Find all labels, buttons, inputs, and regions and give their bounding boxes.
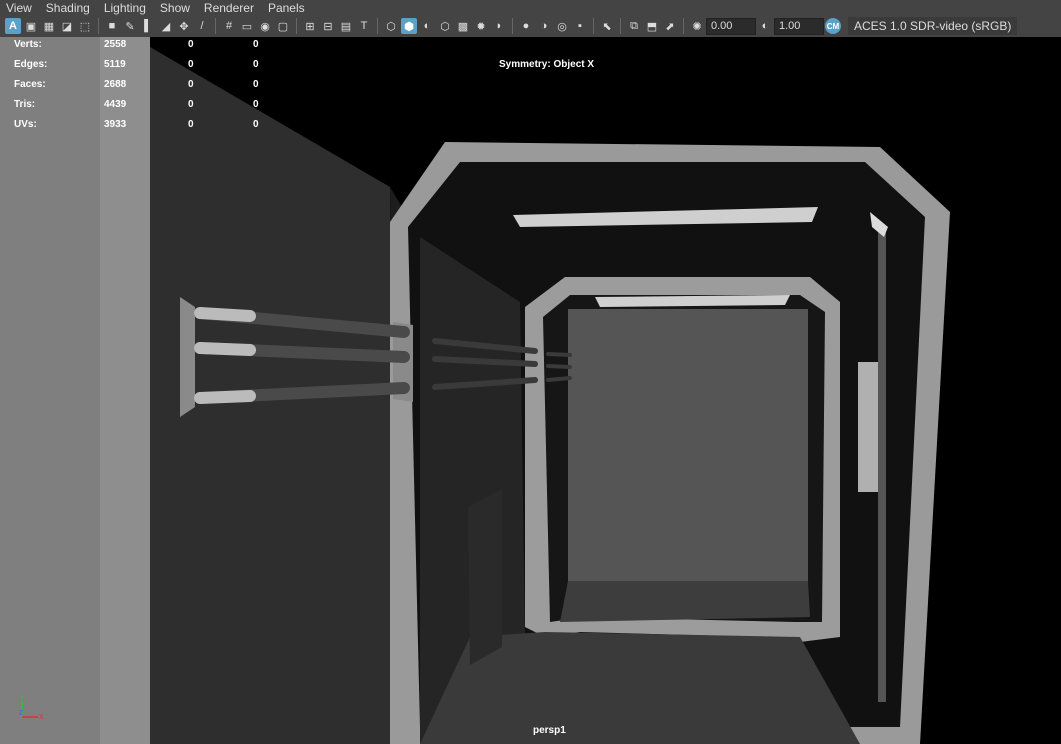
toolbar-separator xyxy=(620,18,621,34)
hud-value: 5119 xyxy=(104,59,126,70)
xray-icon[interactable]: ⬉ xyxy=(599,18,615,34)
menu-panels[interactable]: Panels xyxy=(262,1,313,15)
bookmarks-icon[interactable]: ▦ xyxy=(41,18,57,34)
gamma-icon[interactable]: ◐ xyxy=(757,18,773,34)
hud-value: 0 xyxy=(253,79,259,90)
toolbar-separator xyxy=(296,18,297,34)
hud-value: 0 xyxy=(188,59,194,70)
persp-viewport[interactable]: Verts: 2558 0 0 Edges: 5119 0 0 Faces: 2… xyxy=(0,37,1061,744)
depth-of-field-icon[interactable]: ◎ xyxy=(554,18,570,34)
hud-value: 3933 xyxy=(104,119,127,130)
xray-active-components-icon[interactable]: ⧉ xyxy=(626,18,642,34)
resolution-gate-icon[interactable]: ◉ xyxy=(257,18,273,34)
grease-pencil-icon[interactable]: ✎ xyxy=(122,18,138,34)
default-material-icon[interactable]: ◐ xyxy=(419,18,435,34)
exposure-toggle-icon[interactable]: ⬈ xyxy=(662,18,678,34)
toolbar-separator xyxy=(215,18,216,34)
axis-z-label: Z xyxy=(19,710,24,717)
hud-label: UVs: xyxy=(14,119,37,130)
2d-pan-icon[interactable]: ⬚ xyxy=(77,18,93,34)
hud-value: 0 xyxy=(253,119,259,130)
camera-icon[interactable]: ■ xyxy=(104,18,120,34)
anti-aliasing-icon[interactable]: ◑ xyxy=(536,18,552,34)
hud-value: 0 xyxy=(188,119,194,130)
xray-joints-icon[interactable]: ⬒ xyxy=(644,18,660,34)
image-plane-icon[interactable]: ◪ xyxy=(59,18,75,34)
menu-show[interactable]: Show xyxy=(154,1,198,15)
symmetry-label: Symmetry: Object X xyxy=(499,59,595,70)
toolbar-separator xyxy=(98,18,99,34)
gate-mask-icon[interactable]: ▢ xyxy=(275,18,291,34)
hud-value: 0 xyxy=(253,59,259,70)
pan-icon[interactable]: ✥ xyxy=(176,18,192,34)
film-gate-icon[interactable]: ▭ xyxy=(239,18,255,34)
axis-y-label: Y xyxy=(20,695,25,702)
ambient-occlusion-icon[interactable]: ◗ xyxy=(491,18,507,34)
menu-renderer[interactable]: Renderer xyxy=(198,1,262,15)
hud-value: 4439 xyxy=(104,99,127,110)
hud-value: 2688 xyxy=(104,79,127,90)
hud-value: 0 xyxy=(188,79,194,90)
field-chart-icon[interactable]: ⊞ xyxy=(302,18,318,34)
menu-view[interactable]: View xyxy=(0,1,40,15)
color-management-icon[interactable]: CM xyxy=(825,18,841,34)
color-space-label[interactable]: ACES 1.0 SDR-video (sRGB) xyxy=(848,17,1018,35)
hud-label: Faces: xyxy=(14,79,46,90)
gamma-input[interactable]: 1.00 xyxy=(774,17,824,35)
hud-value: 0 xyxy=(253,39,259,50)
toolbar-separator xyxy=(593,18,594,34)
hud-value: 2558 xyxy=(104,39,127,50)
text-icon[interactable]: T xyxy=(356,18,372,34)
use-all-lights-icon[interactable]: ▩ xyxy=(455,18,471,34)
menu-shading[interactable]: Shading xyxy=(40,1,98,15)
wireframe-icon[interactable]: ⬡ xyxy=(383,18,399,34)
toolbar-separator xyxy=(683,18,684,34)
bookmark-icon[interactable]: ▌ xyxy=(140,18,156,34)
hud-label: Tris: xyxy=(14,99,36,110)
isolate-select-icon[interactable]: ▪ xyxy=(572,18,588,34)
motion-blur-icon[interactable]: ● xyxy=(518,18,534,34)
exposure-icon[interactable]: ✺ xyxy=(689,18,705,34)
hud-label: Verts: xyxy=(14,39,42,50)
select-camera-icon[interactable]: A xyxy=(5,18,21,34)
textured-icon[interactable]: ⬡ xyxy=(437,18,453,34)
exposure-input[interactable]: 0.00 xyxy=(706,17,756,35)
panel-menu-bar: View Shading Lighting Show Renderer Pane… xyxy=(0,0,1061,15)
scene-render xyxy=(0,37,1061,744)
hud-value: 0 xyxy=(253,99,259,110)
hud-value: 0 xyxy=(188,99,194,110)
hud-label: Edges: xyxy=(14,59,48,70)
camera-attributes-icon[interactable]: ▣ xyxy=(23,18,39,34)
panel-toolbar: A ▣ ▦ ◪ ⬚ ■ ✎ ▌ ◢ ✥ / # ▭ ◉ ▢ ⊞ ⊟ ▤ T ⬡ … xyxy=(0,15,1061,37)
smooth-shade-icon[interactable]: ⬢ xyxy=(401,18,417,34)
grid-icon[interactable]: # xyxy=(221,18,237,34)
menu-lighting[interactable]: Lighting xyxy=(98,1,154,15)
toolbar-separator xyxy=(512,18,513,34)
safe-title-icon[interactable]: ▤ xyxy=(338,18,354,34)
hud-value: 0 xyxy=(188,39,194,50)
shadows-icon[interactable]: ✹ xyxy=(473,18,489,34)
view-axis-indicator: Y Z X xyxy=(19,695,44,721)
xray-camera-icon[interactable]: ◢ xyxy=(158,18,174,34)
safe-action-icon[interactable]: ⊟ xyxy=(320,18,336,34)
axis-x-label: X xyxy=(39,714,44,721)
toolbar-separator xyxy=(377,18,378,34)
camera-name-label: persp1 xyxy=(533,725,566,736)
paint-icon[interactable]: / xyxy=(194,18,210,34)
